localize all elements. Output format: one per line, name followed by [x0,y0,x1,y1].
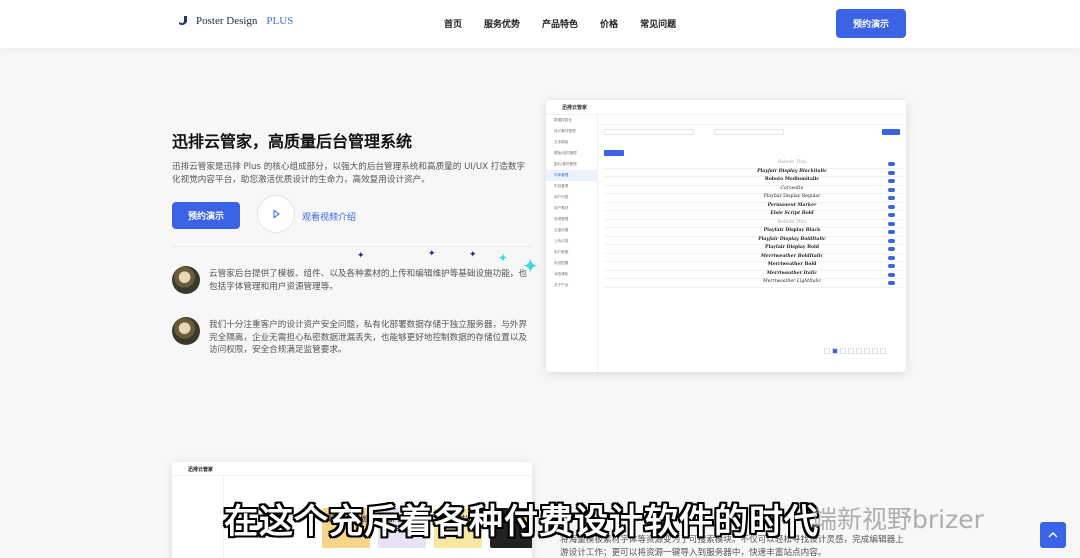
table-row: Permanent Marker [604,203,902,211]
table-row: Roboto Thin [604,160,902,169]
brand-plus: PLUS [266,15,294,27]
back-to-top-button[interactable] [1040,522,1066,548]
hero-title: 迅排云管家，高质量后台管理系统 [172,132,413,151]
table-row: Carveatte [604,186,902,194]
upload-font-button [604,150,624,156]
table-row: Merriweather Italic [604,271,902,279]
sidebar-item: 设计素材管理 [554,129,576,133]
screenshot-pagination [824,348,886,354]
brand-logo[interactable]: Poster Design PLUS [176,14,293,28]
screenshot-sidebar: 数据控制台 设计素材管理 文本模板 模板/组件管理 图片/素材管理 字体管理 内… [546,115,598,372]
sparkle-icon: ✦ [469,250,477,260]
top-navbar: Poster Design PLUS 首页 服务优势 产品特色 价格 常见问题 预… [0,0,1080,48]
table-row: Merriweather BoldItalic [604,254,902,262]
table-row: Merriweather Bold [604,262,902,271]
table-row: Playfair Display Bold [604,245,902,254]
sparkle-icon: ✦ [428,249,436,259]
sidebar-item: 用户素材 [554,206,569,210]
menu-item-pricing[interactable]: 价格 [600,17,618,30]
table-row: Merriweather LightItalic [604,279,902,288]
admin-screenshot: 迅排云管家 数据控制台 设计素材管理 文本模板 模板/组件管理 图片/素材管理 … [546,100,906,372]
main-menu: 首页 服务优势 产品特色 价格 常见问题 [444,17,676,30]
video-subtitle: 在这个充斥着各种付费设计软件的时代 [224,502,819,542]
menu-item-services[interactable]: 服务优势 [484,17,520,30]
sparkle-icon: ✦ [498,251,509,265]
hero-demo-button[interactable]: 预约演示 [172,202,240,229]
feature-text: 云管家后台提供了模板、组件、以及各种素材的上传和编辑维护等基础设施功能，也包括字… [209,269,527,292]
menu-item-faq[interactable]: 常见问题 [640,17,676,30]
play-video-button[interactable] [257,195,295,233]
screenshot-header: 迅排云管家 [546,100,906,115]
watch-video-link[interactable]: 观看视频介绍 [302,210,356,223]
sidebar-item: 资源管理 [554,217,569,221]
sidebar-item: 关于产品 [554,283,569,287]
screenshot-tabs [600,115,906,125]
play-icon [273,209,280,219]
feature-text: 我们十分注重客户的设计资产安全问题，私有化部署数据存储于独立服务器，与外界完全隔… [209,320,527,355]
sidebar-item: 系统配置 [554,261,569,265]
menu-item-home[interactable]: 首页 [444,17,462,30]
logo-icon [179,16,187,26]
table-row: Playfair Display Black [604,228,902,237]
brand-name: Poster Design [196,15,258,27]
menu-item-features[interactable]: 产品特色 [542,17,578,30]
table-row: Playfair Display Blackitalic [604,169,902,177]
font-table: Roboto Thin Playfair Display Blackitalic… [604,160,902,288]
screenshot2-app-name: 迅排云管家 [188,467,214,473]
sidebar-item: 上传记录 [554,239,569,243]
arrow-up-icon [1048,532,1058,538]
sidebar-item: 数据控制台 [554,118,572,122]
section-divider [172,246,532,247]
avatar [172,317,200,345]
sidebar-item: 用户列表 [554,195,569,199]
table-row: Playfair Display Regular [604,194,902,203]
sidebar-item: 内容管理 [554,184,569,188]
screenshot-app-name: 迅排云管家 [562,105,588,111]
sidebar-item: 图片/素材管理 [554,162,577,166]
hero-description: 迅排云管家是迅排 Plus 的核心组成部分，以强大的后台管理系统和高质量的 UI… [172,162,526,185]
book-demo-button[interactable]: 预约演示 [836,9,906,38]
sparkle-icon: ✦ [357,251,365,261]
avatar [172,266,200,294]
table-row: Elsie Script Bold [604,211,902,220]
sidebar-item: 文本模板 [554,140,569,144]
sparkle-icon: ✦ [522,254,539,278]
sidebar-item: 模板/组件管理 [554,151,577,155]
sidebar-item: 云盘设置 [554,228,569,232]
table-row: Roboto Thin [604,220,902,228]
screenshot-filter-bar [604,128,902,137]
screenshot2-header: 迅排云管家 [172,462,532,476]
sidebar-item: 字体管理 [546,170,597,181]
sidebar-item: 用户数据 [554,250,569,254]
watermark: 端新视野brizer [812,505,984,534]
table-row: Playfair Display BoldItalic [604,237,902,245]
sidebar-item: 消息通知 [554,272,569,276]
screenshot2-sidebar [172,476,224,558]
table-row: Roboto Mediumitalic [604,177,902,186]
